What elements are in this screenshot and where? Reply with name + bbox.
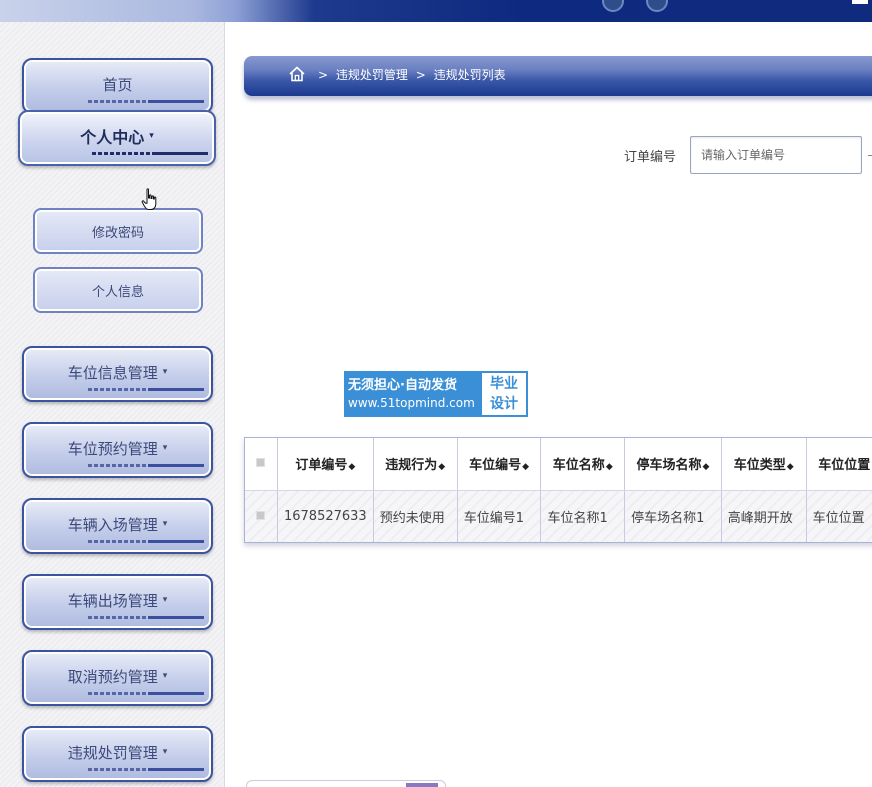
sidebar-item-label: 车位信息管理: [67, 363, 158, 382]
select-all-checkbox-cell[interactable]: [245, 438, 278, 491]
column-header[interactable]: 停车场名称◆: [624, 438, 722, 491]
menu-decor-bar: [88, 100, 204, 103]
sort-icon[interactable]: ◆: [348, 462, 355, 472]
watermark-line2: www.51topmind.com: [348, 396, 475, 410]
sidebar-item-home[interactable]: 首页: [22, 58, 213, 114]
sidebar-item-label: 车位预约管理: [67, 439, 158, 458]
sidebar-item-label: 违规处罚管理: [67, 743, 158, 762]
watermark-right-line1: 毕业: [490, 376, 518, 392]
caret-down-icon: ▾: [162, 443, 168, 453]
sidebar-subitem-change-password[interactable]: 修改密码: [33, 208, 203, 254]
sidebar-item-label: 车辆入场管理: [67, 515, 158, 534]
breadcrumb-item-violation-management[interactable]: 违规处罚管理: [336, 68, 408, 82]
sort-icon[interactable]: ◆: [522, 462, 529, 472]
sort-icon[interactable]: ◆: [606, 462, 613, 472]
header-menu-icon[interactable]: [852, 0, 868, 4]
row-checkbox-cell[interactable]: [245, 490, 278, 542]
column-header[interactable]: 车位名称◆: [540, 438, 626, 491]
sort-icon[interactable]: ◆: [787, 462, 794, 472]
column-header[interactable]: 车位编号◆: [457, 438, 542, 491]
breadcrumb-item-violation-list: 违规处罚列表: [433, 67, 506, 82]
breadcrumb-separator: >: [318, 67, 329, 82]
table-cell: 车位编号1: [457, 490, 542, 542]
column-header-label: 车位类型: [733, 458, 786, 474]
violation-table: 订单编号◆ 违规行为◆ 车位编号◆ 车位名称◆ 停车场名称◆ 车位类型◆ 车位位…: [244, 437, 872, 543]
sidebar-subitem-personal-info[interactable]: 个人信息: [33, 267, 203, 313]
table-row[interactable]: 1678527633 预约未使用 车位编号1 车位名称1 停车场名称1 高峰期开…: [245, 490, 872, 542]
sidebar-item-label: 取消预约管理: [67, 667, 158, 686]
sidebar-item-vehicle-exit[interactable]: 车辆出场管理 ▾: [22, 574, 213, 630]
header-settings-icon[interactable]: [646, 0, 668, 12]
hand-cursor-icon: [141, 188, 157, 210]
table-cell: 车位名称1: [540, 490, 626, 542]
column-header-label: 停车场名称: [636, 458, 702, 474]
sort-icon[interactable]: ◆: [438, 462, 445, 472]
column-header-label: 车位名称: [552, 458, 605, 474]
column-header-label: 订单编号: [295, 458, 348, 474]
sidebar-item-vehicle-entry[interactable]: 车辆入场管理 ▾: [22, 498, 213, 554]
breadcrumb-trail: > 违规处罚管理 > 违规处罚列表: [314, 66, 506, 83]
pagination-active-indicator[interactable]: [406, 783, 438, 787]
column-header-label: 车位位置: [818, 458, 871, 474]
menu-decor-bar: [88, 464, 204, 467]
watermark-right-line2: 设计: [490, 396, 518, 412]
table-cell: 1678527633: [277, 490, 374, 542]
watermark-line1: 无须担心·自动发货: [348, 378, 457, 393]
menu-decor-bar: [88, 616, 204, 619]
watermark-left: 无须担心·自动发货 www.51topmind.com: [344, 371, 480, 417]
sidebar-item-violation-penalty[interactable]: 违规处罚管理 ▾: [22, 726, 213, 782]
caret-down-icon: ▾: [149, 131, 154, 141]
sidebar-item-cancel-reservation[interactable]: 取消预约管理 ▾: [22, 650, 213, 706]
breadcrumb-separator: >: [415, 67, 426, 82]
header-avatar-icon[interactable]: [602, 0, 624, 12]
column-header-label: 车位编号: [469, 458, 522, 474]
order-number-search-input[interactable]: [690, 136, 862, 174]
column-header-label: 违规行为: [385, 458, 438, 474]
menu-decor-bar: [92, 152, 208, 155]
order-number-label: 订单编号: [624, 150, 677, 165]
sidebar-item-label: 首页: [102, 75, 133, 94]
top-header-bar: [0, 0, 872, 22]
row-checkbox[interactable]: [256, 510, 266, 520]
table-header-row: 订单编号◆ 违规行为◆ 车位编号◆ 车位名称◆ 停车场名称◆ 车位类型◆ 车位位…: [245, 438, 872, 491]
menu-decor-bar: [88, 692, 204, 695]
caret-down-icon: ▾: [162, 747, 168, 757]
table-cell: 高峰期开放: [721, 490, 807, 542]
sidebar-subitem-label: 修改密码: [91, 225, 144, 241]
table-cell: 车位位置: [806, 490, 872, 542]
menu-decor-bar: [88, 388, 204, 391]
sidebar-item-label: 个人中心: [80, 128, 145, 147]
table-cell: 预约未使用: [373, 490, 458, 542]
sidebar-item-space-info[interactable]: 车位信息管理 ▾: [22, 346, 213, 402]
menu-decor-bar: [88, 540, 204, 543]
sort-icon[interactable]: ◆: [702, 462, 709, 472]
sidebar-item-space-reservation[interactable]: 车位预约管理 ▾: [22, 422, 213, 478]
column-header[interactable]: 订单编号◆: [277, 438, 374, 491]
caret-down-icon: ▾: [162, 519, 168, 529]
home-icon[interactable]: [288, 65, 306, 83]
column-header[interactable]: 车位位置: [806, 438, 872, 491]
sidebar-item-personal-center[interactable]: 个人中心 ▾: [18, 110, 216, 166]
divider: [868, 155, 872, 156]
caret-down-icon: ▾: [162, 595, 168, 605]
sidebar-item-label: 车辆出场管理: [67, 591, 158, 610]
watermark-right: 毕业 设计: [480, 371, 528, 417]
sidebar-subitem-label: 个人信息: [91, 284, 144, 300]
column-header[interactable]: 车位类型◆: [721, 438, 807, 491]
watermark-banner: 无须担心·自动发货 www.51topmind.com 毕业 设计: [344, 371, 528, 417]
breadcrumb: > 违规处罚管理 > 违规处罚列表: [244, 56, 872, 96]
column-header[interactable]: 违规行为◆: [373, 438, 458, 491]
select-all-checkbox[interactable]: [256, 458, 266, 468]
menu-decor-bar: [88, 768, 204, 771]
caret-down-icon: ▾: [162, 671, 168, 681]
table-cell: 停车场名称1: [624, 490, 722, 542]
caret-down-icon: ▾: [162, 367, 168, 377]
